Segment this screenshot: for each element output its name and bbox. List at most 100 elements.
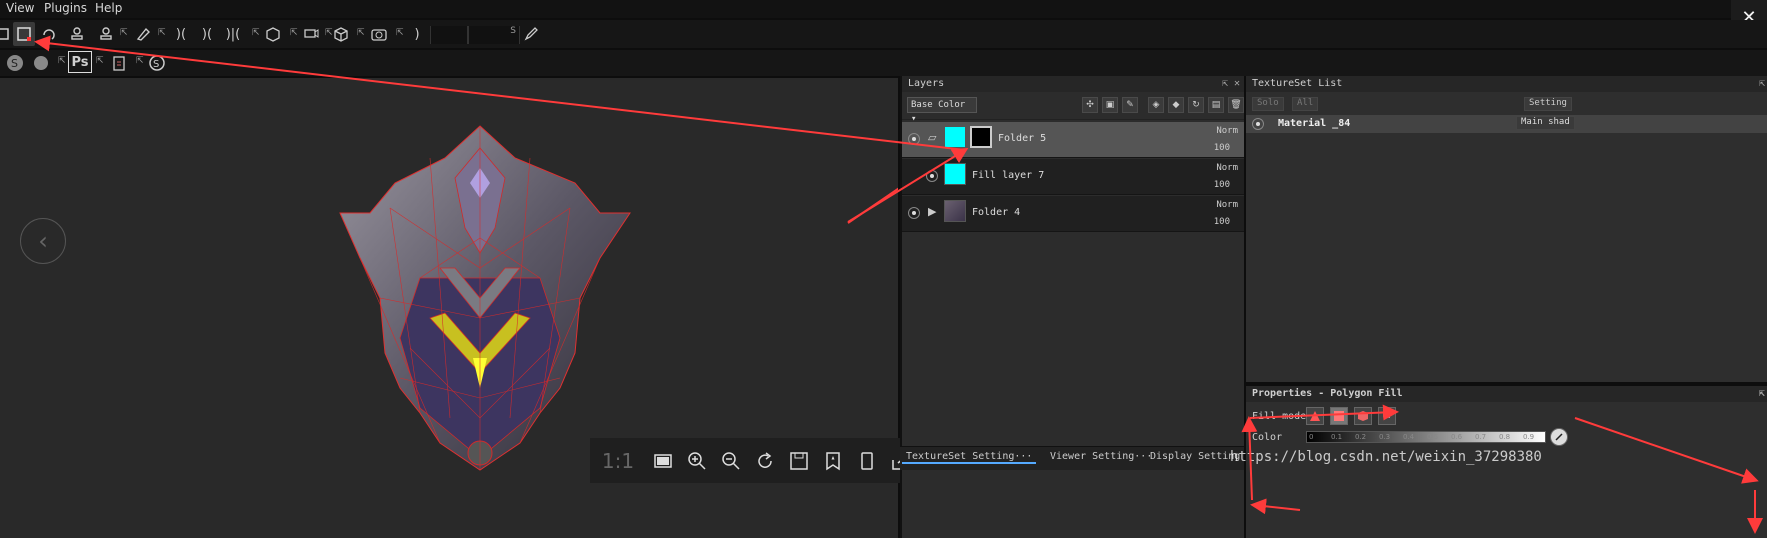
toolbar-size-field[interactable]: S	[468, 26, 520, 44]
menu-view[interactable]: View	[6, 1, 34, 15]
bookmark-star-icon[interactable]	[816, 444, 850, 478]
mask-thumbnail[interactable]	[970, 126, 992, 148]
folder-open-icon[interactable]: ▱	[928, 132, 942, 144]
tab-viewer-settings[interactable]: Viewer Setting···	[1050, 451, 1152, 462]
menu-plugins[interactable]: Plugins	[44, 1, 87, 15]
symmetry-left-icon[interactable]: )(	[170, 22, 192, 46]
fill-uv-icon[interactable]: UV	[1378, 407, 1396, 425]
popout-icon[interactable]: ⇱	[1759, 76, 1765, 92]
layers-header: Layers ⇱ ✕	[902, 76, 1244, 92]
add-layer-icon[interactable]: ◈	[1148, 97, 1164, 113]
settings-button[interactable]: Setting	[1524, 97, 1572, 111]
add-effect-icon[interactable]: ✣	[1082, 97, 1098, 113]
add-fill-icon[interactable]: ◆	[1168, 97, 1184, 113]
color-picker-icon[interactable]	[1550, 428, 1568, 446]
color-gradient-slider[interactable]: 0 0.1 0.2 0.3 0.4 0.5 0.6 0.7 0.8 0.9	[1306, 431, 1546, 443]
symmetry-right-icon[interactable]: )	[406, 22, 428, 46]
polygon-fill-tool-icon[interactable]	[13, 22, 35, 46]
layer-opacity[interactable]: 100	[1214, 180, 1230, 190]
edit-pencil-icon[interactable]	[520, 22, 542, 46]
symmetry-mirror-icon[interactable]: )|(	[222, 22, 244, 46]
svg-text:S: S	[153, 59, 159, 70]
save-icon[interactable]	[782, 444, 816, 478]
3d-cube-icon[interactable]	[330, 22, 352, 46]
visibility-eye-icon[interactable]	[926, 170, 938, 182]
zoom-out-icon[interactable]	[714, 444, 748, 478]
fill-mesh-icon[interactable]	[1354, 407, 1372, 425]
material-row[interactable]: Material _84 Main shad	[1246, 115, 1767, 133]
phone-icon[interactable]	[850, 444, 884, 478]
tab-textureset-settings[interactable]: TextureSet Setting···	[902, 451, 1037, 464]
layer-opacity[interactable]: 100	[1214, 217, 1230, 227]
screenshot-camera-icon[interactable]	[368, 22, 390, 46]
folder-collapsed-icon[interactable]: ▶	[928, 206, 942, 218]
material-picker-icon[interactable]	[95, 22, 117, 46]
plugins-toolbar: S ⇱ Ps ⇱ ⇱ S	[0, 50, 1767, 76]
shader-select[interactable]: Main shad	[1516, 116, 1575, 130]
layer-opacity[interactable]: 100	[1214, 143, 1230, 153]
eraser-icon[interactable]	[132, 22, 154, 46]
blend-mode[interactable]: Norm	[1216, 126, 1238, 136]
toolbar-field-empty[interactable]	[430, 26, 468, 44]
fill-mode-label: Fill mode	[1252, 411, 1307, 422]
sphere-material-icon[interactable]	[30, 51, 52, 75]
all-button[interactable]: All	[1292, 97, 1319, 111]
visibility-eye-icon[interactable]	[908, 207, 920, 219]
menu-bar: View Plugins Help	[0, 0, 1767, 18]
camera-box-icon[interactable]	[262, 22, 284, 46]
export-document-icon[interactable]	[108, 51, 130, 75]
visibility-eye-icon[interactable]	[908, 133, 920, 145]
layers-title: Layers	[908, 78, 945, 89]
instance-icon[interactable]: ↻	[1188, 97, 1204, 113]
color-label: Color	[1252, 432, 1283, 443]
expand-icon[interactable]: ⇱	[136, 56, 144, 66]
scale-1-1-button[interactable]: 1:1	[590, 449, 646, 473]
add-folder-icon[interactable]: ▤	[1208, 97, 1224, 113]
delete-layer-icon[interactable]: 🗑	[1228, 97, 1244, 113]
expand-icon[interactable]: ⇱	[252, 28, 260, 38]
solo-button[interactable]: Solo	[1252, 97, 1284, 111]
blend-mode[interactable]: Norm	[1216, 163, 1238, 173]
substance-share-icon[interactable]: S	[146, 51, 168, 75]
add-mask-icon[interactable]: ▣	[1102, 97, 1118, 113]
menu-help[interactable]: Help	[95, 1, 122, 15]
expand-icon[interactable]: ⇱	[290, 28, 298, 38]
add-paint-icon[interactable]: ✎	[1122, 97, 1138, 113]
layer-row-folder-5[interactable]: ▱ Folder 5 Norm 100	[902, 122, 1244, 158]
expand-icon[interactable]: ⇱	[357, 28, 365, 38]
textureset-header: TextureSet List ⇱	[1246, 76, 1767, 92]
expand-icon[interactable]: ⇱	[396, 28, 404, 38]
popout-icon[interactable]: ⇱	[1222, 76, 1228, 92]
layer-row-folder-4[interactable]: ▶ Folder 4 Norm 100	[902, 196, 1244, 232]
zoom-in-icon[interactable]	[680, 444, 714, 478]
layer-thumbnail	[944, 126, 966, 148]
properties-header: Properties - Polygon Fill ⇱	[1246, 386, 1767, 402]
material-name: Material _84	[1278, 118, 1351, 129]
close-icon[interactable]: ✕	[1234, 76, 1240, 92]
visibility-eye-icon[interactable]	[1252, 118, 1264, 130]
fill-triangle-icon[interactable]	[1306, 407, 1324, 425]
watermark: https://blog.csdn.net/weixin_37298380	[1230, 449, 1542, 465]
layer-row-fill-layer-7[interactable]: Fill layer 7 Norm 100	[902, 159, 1244, 195]
light-camera-icon[interactable]	[300, 22, 322, 46]
expand-icon[interactable]: ⇱	[120, 28, 128, 38]
substance-logo-icon[interactable]: S	[4, 51, 26, 75]
expand-icon[interactable]: ⇱	[96, 56, 104, 66]
channel-select[interactable]: Base Color ▾	[907, 97, 977, 124]
tab-display-settings[interactable]: Display Setting	[1150, 451, 1240, 462]
smudge-tool-icon[interactable]	[38, 22, 60, 46]
properties-title: Properties - Polygon Fill	[1252, 388, 1403, 399]
layer-name: Folder 4	[972, 207, 1021, 218]
rotate-icon[interactable]	[748, 444, 782, 478]
tools-toolbar: ⇱ ⇱ )( )( )|( ⇱ ⇱ ⇱ ⇱ ⇱ ) S	[0, 20, 1767, 48]
fit-screen-icon[interactable]	[646, 444, 680, 478]
fill-polygon-icon[interactable]	[1330, 407, 1348, 425]
settings-tabs: TextureSet Setting··· Viewer Setting··· …	[900, 446, 1244, 470]
blend-mode[interactable]: Norm	[1216, 200, 1238, 210]
clone-stamp-icon[interactable]	[66, 22, 88, 46]
expand-icon[interactable]: ⇱	[58, 56, 66, 66]
expand-icon[interactable]: ⇱	[158, 28, 166, 38]
popout-icon[interactable]: ⇱	[1759, 386, 1765, 402]
photoshop-export-icon[interactable]: Ps	[68, 51, 92, 73]
symmetry-x-icon[interactable]: )(	[196, 22, 218, 46]
